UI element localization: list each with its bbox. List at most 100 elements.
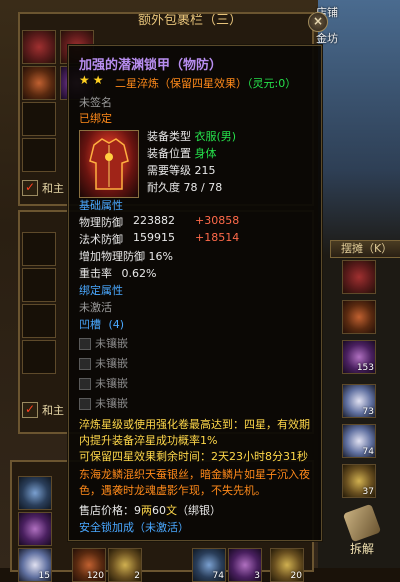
equip-type-row: 装备类型 衣服(男) [147, 128, 236, 144]
slot-count: 15 [38, 571, 50, 581]
durability-value: 78 / 78 [183, 181, 223, 194]
keep-star-timer: 可保留四星效果剩余时间：2天23小时8分31秒 [79, 450, 308, 463]
gold-shop-button[interactable]: 金坊 [316, 30, 338, 46]
bind-attr-status: 未激活 [79, 301, 112, 314]
gem-slot-icon [79, 358, 91, 370]
slot-count: 20 [290, 571, 302, 581]
merge-checkbox[interactable]: ✓ [22, 402, 38, 418]
price-gold: 9 [134, 504, 141, 517]
bag-slot[interactable] [22, 30, 56, 64]
slot-count: 37 [362, 487, 374, 497]
sell-price-row: 售店价格：9两60文（绑银） [79, 502, 221, 518]
bag-slot[interactable] [342, 260, 376, 294]
star-level: 二星淬炼（保留四星效果） [115, 77, 247, 90]
bag-slot[interactable] [22, 66, 56, 100]
gem-slot-icon [79, 378, 91, 390]
refine-info: 淬炼星级或使用强化卷最高达到：四星，有效期内提升装备淬星成功概率1% [79, 418, 310, 447]
magic-def-label: 法术防御 [79, 233, 123, 246]
bag-slot[interactable] [18, 512, 52, 546]
slot-count: 3 [254, 571, 260, 581]
lock-value: （未激活） [134, 521, 189, 534]
slot-count: 73 [362, 407, 374, 417]
star-level-line: 二星淬炼（保留四星效果）（灵元:0） [115, 75, 296, 91]
bag-slot[interactable]: 73 [342, 384, 376, 418]
phys-def-bonus: +30858 [195, 214, 240, 227]
item-lore: 东海龙鳞混织天蚕银丝，暗金鳞片如星子沉入夜色，遇袭时龙魂虚影乍现，不失先机。 [79, 468, 310, 497]
magic-def-row: 法术防御 159915 +18514 [79, 231, 239, 247]
close-icon[interactable]: × [308, 12, 328, 32]
armor-item-icon [79, 130, 139, 198]
gem-slot-icon [79, 338, 91, 350]
decompose-button[interactable]: 拆解 [340, 503, 384, 558]
level-label: 需要等级 [147, 164, 191, 177]
groove-count: (4) [108, 318, 125, 331]
crit-row: 重击率 0.62% [79, 265, 156, 281]
groove-header: 凹槽 [79, 318, 101, 331]
lock-label: 安全锁加成 [79, 521, 134, 534]
equip-type-label: 装备类型 [147, 130, 191, 143]
slot-count: 74 [362, 447, 374, 457]
crit-label: 重击率 [79, 267, 112, 280]
bag-slot[interactable]: 15 [18, 548, 52, 582]
equip-pos-row: 装备位置 身体 [147, 145, 217, 161]
bag-slot[interactable] [22, 268, 56, 302]
bag-slot[interactable]: 74 [192, 548, 226, 582]
slot-count: 2 [134, 571, 140, 581]
unsigned-status: 未签名 [79, 96, 112, 109]
price-bind: （绑银） [177, 504, 221, 517]
hammer-icon [342, 503, 382, 543]
item-tooltip: 加强的潜渊锁甲（物防） ★★ 二星淬炼（保留四星效果）（灵元:0） 未签名 已绑… [68, 45, 322, 541]
bag-slot[interactable]: 3 [228, 548, 262, 582]
bag-slot[interactable] [22, 102, 56, 136]
bag-slot[interactable] [342, 300, 376, 334]
stall-button[interactable]: 摆摊（K） [330, 240, 400, 258]
star-rating: ★★ [79, 73, 107, 87]
bag-slot[interactable] [22, 304, 56, 338]
base-attr-header: 基础属性 [79, 199, 123, 212]
bind-attr-header: 绑定属性 [79, 284, 123, 297]
safety-lock-row: 安全锁加成（未激活） [79, 519, 189, 535]
bag-slot[interactable] [22, 138, 56, 172]
bag-slot[interactable]: 20 [270, 548, 304, 582]
gem-slot: 未镶嵌 [79, 335, 128, 351]
price-gold-unit: 两 [141, 504, 152, 517]
bag-title: 额外包裹栏（三） [137, 14, 242, 28]
gem-slot-label: 未镶嵌 [95, 377, 128, 390]
decompose-label: 拆解 [349, 542, 374, 556]
merge-checkbox-label: 和主 [42, 404, 64, 417]
gem-slot: 未镶嵌 [79, 375, 128, 391]
price-label: 售店价格： [79, 504, 134, 517]
gem-slot-icon [79, 398, 91, 410]
bag-slot[interactable] [22, 232, 56, 266]
bound-status: 已绑定 [79, 112, 112, 125]
phys-def-value: 223882 [133, 214, 175, 227]
bag-slot[interactable]: 37 [342, 464, 376, 498]
level-value: 215 [194, 164, 216, 177]
slot-count: 74 [212, 571, 224, 581]
bag-slot[interactable] [18, 476, 52, 510]
phys-def-row: 物理防御 223882 +30858 [79, 214, 239, 230]
magic-def-value: 159915 [133, 231, 175, 244]
phys-def-pct: 增加物理防御 16% [79, 250, 173, 263]
magic-def-bonus: +18514 [195, 231, 240, 244]
level-row: 需要等级 215 [147, 162, 216, 178]
bag-slot[interactable]: 120 [72, 548, 106, 582]
equip-pos-value: 身体 [194, 147, 217, 160]
durability-row: 耐久度 78 / 78 [147, 179, 222, 195]
spirit-value: （灵元:0） [247, 77, 297, 90]
bag-slot[interactable]: 153 [342, 340, 376, 374]
merge-checkbox[interactable]: ✓ [22, 180, 38, 196]
gem-slot-label: 未镶嵌 [95, 357, 128, 370]
gem-slot-label: 未镶嵌 [95, 337, 128, 350]
gem-slot-label: 未镶嵌 [95, 397, 128, 410]
bag-slot[interactable] [22, 340, 56, 374]
equip-pos-label: 装备位置 [147, 147, 191, 160]
gem-slot: 未镶嵌 [79, 395, 128, 411]
bag-slot[interactable]: 74 [342, 424, 376, 458]
bag-slot[interactable]: 2 [108, 548, 142, 582]
durability-label: 耐久度 [147, 181, 180, 194]
merge-checkbox-label: 和主 [42, 182, 64, 195]
price-silver-unit: 文 [166, 504, 177, 517]
equip-type-value: 衣服(男) [194, 130, 237, 143]
gem-slot: 未镶嵌 [79, 355, 128, 371]
